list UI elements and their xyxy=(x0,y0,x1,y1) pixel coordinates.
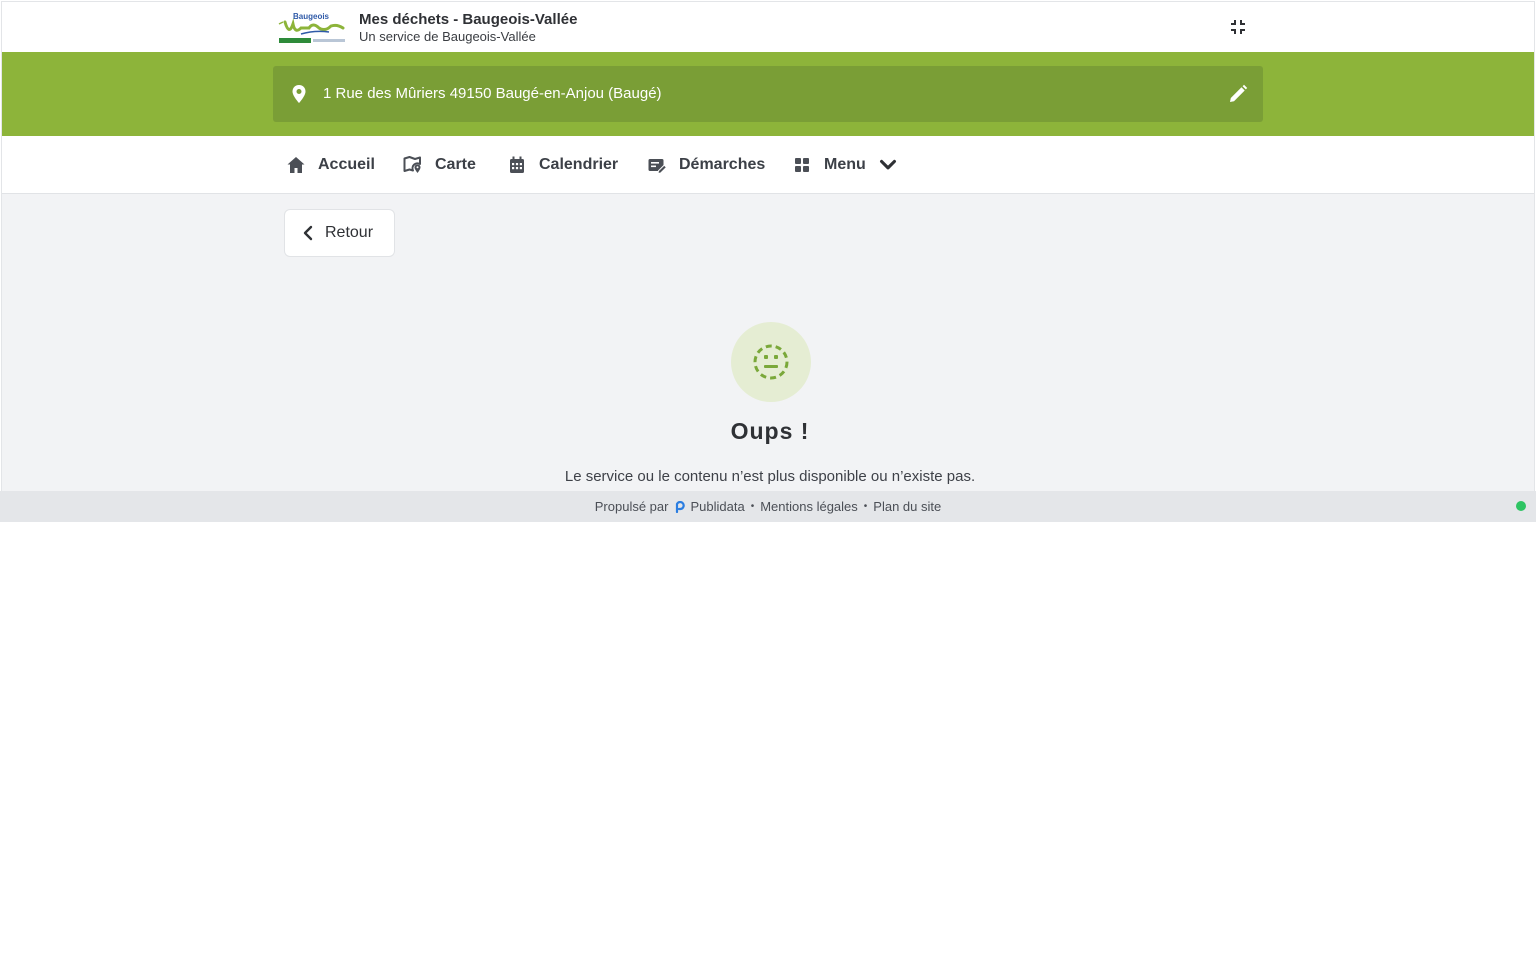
page-frame: Baugeois Mes déchets - Baugeois-Vallée U… xyxy=(0,0,1536,522)
location-pin-icon xyxy=(292,85,306,103)
chevron-down-icon xyxy=(879,159,896,170)
form-edit-icon xyxy=(648,159,667,175)
nav-label-calendrier: Calendrier xyxy=(539,156,619,173)
powered-by: Propulsé par Publidata xyxy=(595,499,745,514)
main-nav: Accueil Carte Calendrier Démarches Menu xyxy=(2,136,1534,194)
footer-separator: • xyxy=(863,501,868,512)
publidata-logo-icon xyxy=(676,500,686,513)
map-icon xyxy=(403,156,421,173)
app-titles: Mes déchets - Baugeois-Vallée Un service… xyxy=(359,11,577,45)
nav-label-accueil: Accueil xyxy=(318,156,375,173)
back-button[interactable]: Retour xyxy=(284,209,395,257)
back-button-label: Retour xyxy=(325,224,374,241)
footer: Propulsé par Publidata • Mentions légale… xyxy=(0,491,1536,522)
address-band: 1 Rue des Mûriers 49150 Baugé-en-Anjou (… xyxy=(2,52,1534,136)
address-selector[interactable]: 1 Rue des Mûriers 49150 Baugé-en-Anjou (… xyxy=(273,66,1263,122)
nav-label-menu: Menu xyxy=(824,156,866,173)
home-icon xyxy=(287,157,305,173)
error-illustration xyxy=(731,322,811,402)
nav-label-demarches: Démarches xyxy=(679,156,766,173)
app-title: Mes déchets - Baugeois-Vallée xyxy=(359,11,578,28)
svg-text:Baugeois: Baugeois xyxy=(293,12,330,21)
chevron-left-icon xyxy=(303,225,313,241)
app-container: Baugeois Mes déchets - Baugeois-Vallée U… xyxy=(1,1,1535,491)
sitemap-link[interactable]: Plan du site xyxy=(873,499,941,514)
nav-label-carte: Carte xyxy=(435,156,476,173)
pencil-edit-icon[interactable] xyxy=(1227,83,1249,105)
grid-icon xyxy=(795,158,809,172)
status-indicator xyxy=(1516,501,1526,511)
header: Baugeois Mes déchets - Baugeois-Vallée U… xyxy=(2,2,1534,52)
baugeois-vallee-logo[interactable]: Baugeois xyxy=(277,10,347,46)
nav-item-menu[interactable]: Menu xyxy=(792,136,910,194)
exit-fullscreen-button[interactable] xyxy=(1226,15,1250,39)
nav-item-accueil[interactable]: Accueil xyxy=(286,136,375,194)
neutral-face-icon xyxy=(753,344,789,380)
calendar-icon xyxy=(510,156,524,173)
legal-notice-link[interactable]: Mentions légales xyxy=(760,499,858,514)
app-subtitle: Un service de Baugeois-Vallée xyxy=(359,29,536,44)
nav-item-carte[interactable]: Carte xyxy=(403,136,476,194)
publidata-link[interactable]: Publidata xyxy=(690,499,744,514)
powered-by-label: Propulsé par xyxy=(594,499,669,514)
error-message: Le service ou le contenu n’est plus disp… xyxy=(564,468,976,485)
address-text: 1 Rue des Mûriers 49150 Baugé-en-Anjou (… xyxy=(323,85,662,102)
exit-fullscreen-icon xyxy=(1231,20,1245,34)
footer-separator: • xyxy=(750,501,755,512)
error-title: Oups ! xyxy=(730,418,810,444)
nav-item-calendrier[interactable]: Calendrier xyxy=(507,136,618,194)
nav-item-demarches[interactable]: Démarches xyxy=(647,136,765,194)
